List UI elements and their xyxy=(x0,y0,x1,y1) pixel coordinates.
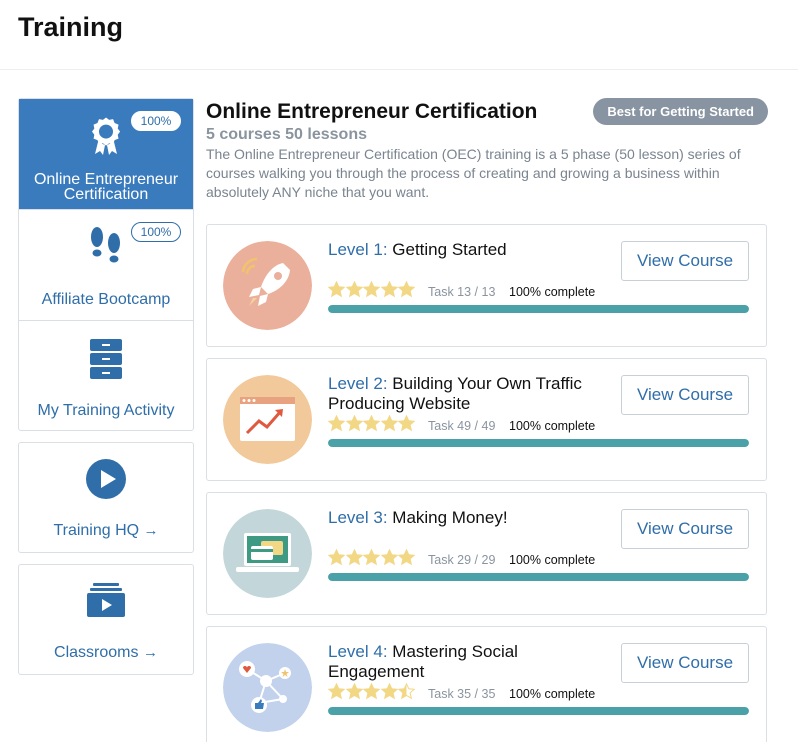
social-network-icon xyxy=(223,643,312,732)
certification-subtitle: 5 courses 50 lessons xyxy=(206,126,367,143)
sidebar-item-affiliate-bootcamp[interactable]: 100% Affiliate Bootcamp xyxy=(19,209,193,320)
star-icon xyxy=(363,683,380,700)
view-course-button[interactable]: View Course xyxy=(621,643,749,683)
star-icon xyxy=(363,415,380,432)
rating-stars xyxy=(328,281,416,299)
sidebar-link-training-hq[interactable]: Training HQ → xyxy=(18,442,194,553)
laptop-card-icon xyxy=(223,509,312,598)
progress-bar xyxy=(328,573,749,581)
course-title: Level 3: Making Money! xyxy=(328,508,508,527)
course-card: Level 4: Mastering Social Engagement Vie… xyxy=(206,626,767,742)
star-icon xyxy=(345,549,363,566)
video-stack-icon xyxy=(87,583,125,617)
sidebar-course-group: 100% Online Entrepreneur Certification 1… xyxy=(18,98,194,431)
progress-fill xyxy=(328,439,749,447)
star-icon xyxy=(398,683,415,700)
star-icon xyxy=(345,281,363,298)
completion-badge: 100% xyxy=(131,111,181,131)
arrow-right-icon: → xyxy=(143,522,159,539)
sidebar-item-label: Online Entrepreneur Certification xyxy=(33,171,179,203)
star-icon xyxy=(328,683,345,700)
progress-fill xyxy=(328,573,749,581)
award-ribbon-icon xyxy=(92,117,121,155)
footprints-icon xyxy=(91,227,120,263)
star-icon xyxy=(363,549,380,566)
star-icon xyxy=(380,549,398,566)
task-count: Task 35 / 35 xyxy=(428,687,496,701)
play-circle-icon xyxy=(86,459,126,499)
progress-bar xyxy=(328,707,749,715)
star-icon xyxy=(398,549,415,566)
sidebar-link-label: Classrooms → xyxy=(54,644,158,661)
star-icon xyxy=(363,281,380,298)
star-icon xyxy=(345,683,363,700)
best-for-badge: Best for Getting Started xyxy=(593,98,768,125)
completion-text: 100% complete xyxy=(509,687,596,701)
completion-text: 100% complete xyxy=(509,419,596,433)
course-card: Level 3: Making Money! View Course Task … xyxy=(206,492,767,615)
sidebar-item-label: My Training Activity xyxy=(37,402,175,419)
star-icon xyxy=(380,415,398,432)
rocket-icon xyxy=(223,241,312,330)
file-cabinet-icon xyxy=(90,339,122,379)
rating-stars xyxy=(328,549,416,567)
star-icon xyxy=(328,415,345,432)
course-card: Level 1: Getting Started View Course Tas… xyxy=(206,224,767,347)
browser-chart-icon xyxy=(223,375,312,464)
course-title: Level 1: Getting Started xyxy=(328,240,507,259)
rating-stars xyxy=(328,415,416,433)
star-icon xyxy=(398,415,415,432)
page-header: Training xyxy=(0,0,798,70)
view-course-button[interactable]: View Course xyxy=(621,509,749,549)
sidebar-link-classrooms[interactable]: Classrooms → xyxy=(18,564,194,675)
progress-fill xyxy=(328,707,749,715)
task-count: Task 29 / 29 xyxy=(428,553,496,567)
view-course-button[interactable]: View Course xyxy=(621,375,749,415)
rating-stars xyxy=(328,683,416,701)
course-title: Level 2: Building Your Own Traffic Produ… xyxy=(328,374,582,413)
completion-text: 100% complete xyxy=(509,285,596,299)
sidebar-item-my-training-activity[interactable]: My Training Activity xyxy=(19,320,193,430)
view-course-button[interactable]: View Course xyxy=(621,241,749,281)
sidebar-item-label: Affiliate Bootcamp xyxy=(41,291,171,308)
task-count: Task 13 / 13 xyxy=(428,285,496,299)
progress-bar xyxy=(328,439,749,447)
star-icon xyxy=(345,415,363,432)
page-title: Training xyxy=(18,12,124,42)
star-icon xyxy=(380,683,398,700)
star-icon xyxy=(328,549,345,566)
certification-description: The Online Entrepreneur Certification (O… xyxy=(206,146,741,200)
progress-fill xyxy=(328,305,749,313)
course-card: Level 2: Building Your Own Traffic Produ… xyxy=(206,358,767,481)
progress-bar xyxy=(328,305,749,313)
star-icon xyxy=(328,281,345,298)
task-count: Task 49 / 49 xyxy=(428,419,496,433)
completion-text: 100% complete xyxy=(509,553,596,567)
star-icon xyxy=(398,281,415,298)
star-icon xyxy=(380,281,398,298)
sidebar-item-online-entrepreneur-certification[interactable]: 100% Online Entrepreneur Certification xyxy=(19,99,193,209)
completion-badge: 100% xyxy=(131,222,181,242)
certification-title: Online Entrepreneur Certification xyxy=(206,100,538,123)
course-title: Level 4: Mastering Social Engagement xyxy=(328,642,518,681)
arrow-right-icon: → xyxy=(142,644,158,661)
sidebar-link-label: Training HQ → xyxy=(53,522,159,539)
